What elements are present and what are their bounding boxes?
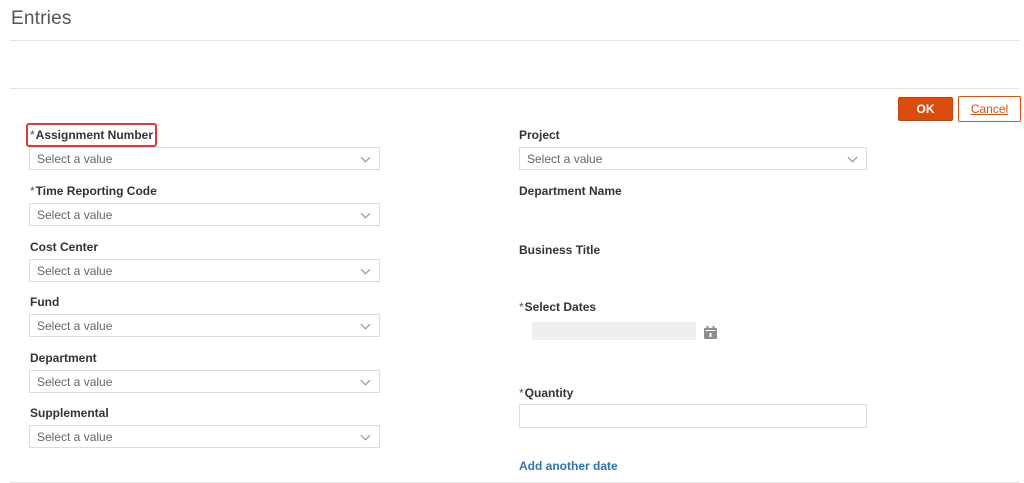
quantity-input[interactable] [519,404,867,428]
business-title-label: Business Title [519,243,601,257]
chevron-down-icon [360,430,371,441]
select-placeholder: Select a value [37,264,113,278]
supplemental-select[interactable]: Select a value [29,425,380,448]
calendar-icon[interactable] [704,326,717,339]
cancel-button[interactable]: Cancel [958,96,1021,122]
select-placeholder: Select a value [37,319,113,333]
select-placeholder: Select a value [37,375,113,389]
form-top-divider [10,88,1019,89]
chevron-down-icon [360,152,371,163]
required-marker: * [30,128,35,142]
supplemental-label: Supplemental [30,406,109,420]
cost-center-select[interactable]: Select a value [29,259,380,282]
quantity-label-text: Quantity [524,386,574,400]
department-label: Department [30,351,97,365]
ok-button[interactable]: OK [898,97,953,121]
title-divider [10,40,1019,41]
select-placeholder: Select a value [37,152,113,166]
chevron-down-icon [847,152,858,163]
assignment-number-select[interactable]: Select a value [29,147,380,170]
chevron-down-icon [360,375,371,386]
project-select[interactable]: Select a value [519,147,867,170]
assignment-number-label: *Assignment Number [30,128,153,142]
cost-center-label: Cost Center [30,240,99,254]
project-label: Project [519,128,560,142]
time-reporting-code-label-text: Time Reporting Code [35,184,157,198]
select-placeholder: Select a value [37,430,113,444]
cancel-label: Cancel [970,102,1009,116]
chevron-down-icon [360,264,371,275]
chevron-down-icon [360,208,371,219]
select-dates-label: *Select Dates [519,300,596,314]
select-dates-label-text: Select Dates [524,300,597,314]
select-placeholder: Select a value [527,152,603,166]
fund-select[interactable]: Select a value [29,314,380,337]
department-select[interactable]: Select a value [29,370,380,393]
page-title: Entries [11,8,72,29]
select-placeholder: Select a value [37,208,113,222]
required-marker: * [519,386,524,400]
date-input[interactable] [532,322,696,340]
time-reporting-code-label: *Time Reporting Code [30,184,157,198]
chevron-down-icon [360,319,371,330]
time-reporting-code-select[interactable]: Select a value [29,203,380,226]
fund-label: Fund [30,295,60,309]
quantity-label: *Quantity [519,386,573,400]
department-name-label: Department Name [519,184,622,198]
required-marker: * [30,184,35,198]
assignment-number-label-text: Assignment Number [35,128,154,142]
required-marker: * [519,300,524,314]
add-another-date-link[interactable]: Add another date [519,459,618,473]
